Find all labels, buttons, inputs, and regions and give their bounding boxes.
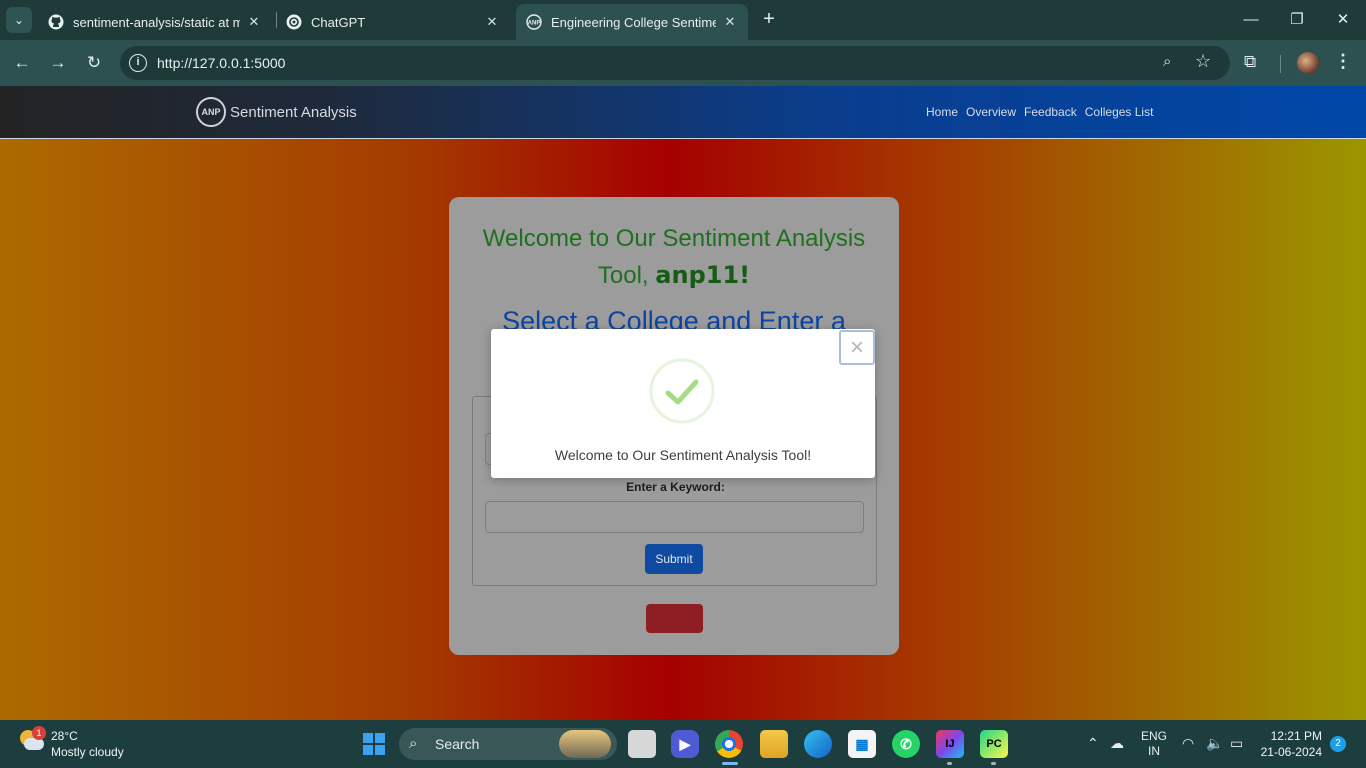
close-tab-icon[interactable]: ✕ — [722, 14, 738, 30]
bookmark-star-icon[interactable]: ☆ — [1195, 51, 1211, 72]
brand[interactable]: ANP Sentiment Analysis — [196, 97, 357, 127]
clock-date: 21-06-2024 — [1260, 745, 1322, 759]
keyword-label: Enter a Keyword: — [626, 480, 725, 494]
tab-engineering-college[interactable]: ANP Engineering College Sentiment ✕ — [516, 4, 748, 40]
browser-toolbar: ← → ↻ i http://127.0.0.1:5000 ⌕ ☆ ⧉ ⋮ — [0, 40, 1366, 86]
nav-colleges-list[interactable]: Colleges List — [1085, 105, 1154, 119]
svg-text:ANP: ANP — [528, 21, 541, 27]
running-indicator — [991, 762, 996, 765]
nav-feedback[interactable]: Feedback — [1024, 105, 1077, 119]
taskbar-search[interactable]: ⌕ Search — [399, 728, 617, 760]
region-code: IN — [1148, 744, 1160, 758]
nav-overview[interactable]: Overview — [966, 105, 1016, 119]
back-arrow-icon[interactable]: ← — [10, 51, 34, 75]
meet-camera-icon[interactable]: ▶ — [671, 730, 699, 758]
windows-taskbar: 1 28°C Mostly cloudy ⌕ Search ▶ ▦ ✆ IJ P… — [0, 720, 1366, 768]
modal-message: Welcome to Our Sentiment Analysis Tool! — [554, 447, 812, 463]
weather-badge: 1 — [32, 726, 46, 740]
extensions-puzzle-icon[interactable]: ⧉ — [1244, 52, 1256, 72]
clock-time: 12:21 PM — [1270, 729, 1322, 743]
windows-start-icon[interactable] — [360, 730, 388, 758]
nav-home[interactable]: Home — [926, 105, 958, 119]
tab-title: sentiment-analysis/static at master — [73, 14, 240, 30]
search-highlight-image — [559, 730, 611, 758]
welcome-heading: Welcome to Our Sentiment Analysis Tool, … — [449, 221, 899, 294]
whatsapp-icon[interactable]: ✆ — [892, 730, 920, 758]
language-code: ENG — [1141, 729, 1168, 743]
search-icon: ⌕ — [409, 735, 418, 752]
success-modal: × Welcome to Our Sentiment Analysis Tool… — [491, 329, 875, 478]
red-action-button[interactable] — [646, 604, 703, 633]
brand-name: Sentiment Analysis — [230, 103, 357, 121]
pycharm-icon[interactable]: PC — [980, 730, 1008, 758]
running-indicator — [947, 762, 952, 765]
nav-links: Home Overview Feedback Colleges List — [926, 105, 1153, 119]
show-hidden-icons-chevron-icon[interactable]: ⌃ — [1087, 735, 1099, 752]
keyword-input[interactable] — [485, 501, 864, 533]
edge-icon[interactable] — [804, 730, 832, 758]
file-explorer-icon[interactable] — [760, 730, 788, 758]
tab-title: Engineering College Sentiment — [551, 14, 716, 30]
wifi-icon[interactable]: ◠ — [1182, 735, 1194, 752]
browser-tab-bar: ⌄ sentiment-analysis/static at master ✕ … — [0, 0, 1366, 40]
new-tab-icon[interactable]: + — [758, 8, 780, 30]
onedrive-cloud-icon[interactable]: ☁ — [1110, 735, 1124, 752]
site-info-icon[interactable]: i — [129, 54, 147, 72]
username: anp11! — [655, 261, 751, 289]
toolbar-divider — [1280, 55, 1281, 73]
reload-icon[interactable]: ↻ — [82, 51, 106, 75]
success-check-icon — [649, 358, 715, 424]
restore-icon[interactable]: ❐ — [1285, 8, 1309, 32]
address-bar[interactable]: i http://127.0.0.1:5000 ⌕ ☆ — [120, 46, 1230, 80]
chatgpt-icon — [286, 14, 302, 30]
zoom-icon[interactable]: ⌕ — [1163, 53, 1171, 70]
task-view-icon[interactable] — [628, 730, 656, 758]
more-menu-icon[interactable]: ⋮ — [1334, 51, 1352, 72]
store-icon[interactable]: ▦ — [848, 730, 876, 758]
notification-badge[interactable]: 2 — [1330, 736, 1346, 752]
select-heading: Select a College and Enter a — [502, 306, 846, 332]
chrome-icon[interactable] — [715, 730, 743, 758]
brand-logo: ANP — [196, 97, 226, 127]
tab-github[interactable]: sentiment-analysis/static at master ✕ — [38, 4, 272, 40]
url-text[interactable]: http://127.0.0.1:5000 — [157, 55, 285, 71]
close-tab-icon[interactable]: ✕ — [246, 14, 262, 30]
search-label: Search — [435, 736, 480, 752]
site-navbar: ANP Sentiment Analysis Home Overview Fee… — [0, 86, 1366, 139]
weather-desc: Mostly cloudy — [51, 745, 124, 759]
battery-icon[interactable]: ▭ — [1230, 735, 1243, 752]
close-tab-icon[interactable]: ✕ — [484, 14, 500, 30]
close-window-icon[interactable]: ✕ — [1331, 8, 1355, 32]
weather-cloudy-icon: 1 — [18, 726, 46, 754]
chrome-active-indicator — [722, 762, 738, 765]
weather-widget[interactable]: 1 28°C Mostly cloudy — [18, 726, 124, 760]
intellij-icon[interactable]: IJ — [936, 730, 964, 758]
github-icon — [48, 14, 64, 30]
minimize-icon[interactable]: — — [1239, 8, 1263, 32]
system-clock[interactable]: 12:21 PM 21-06-2024 — [1258, 728, 1322, 760]
submit-button[interactable]: Submit — [645, 544, 703, 574]
tab-search-dropdown-icon[interactable]: ⌄ — [6, 7, 32, 33]
weather-temp: 28°C — [51, 729, 78, 743]
language-indicator[interactable]: ENG IN — [1141, 729, 1167, 759]
anp-icon: ANP — [526, 14, 542, 30]
page-viewport: ANP Sentiment Analysis Home Overview Fee… — [0, 86, 1366, 720]
profile-avatar[interactable] — [1297, 52, 1319, 74]
volume-icon[interactable]: 🔈 — [1206, 735, 1223, 752]
tab-title: ChatGPT — [311, 14, 366, 30]
tab-chatgpt[interactable]: ChatGPT ✕ — [276, 4, 510, 40]
close-icon[interactable]: × — [839, 330, 875, 365]
forward-arrow-icon[interactable]: → — [46, 51, 70, 75]
